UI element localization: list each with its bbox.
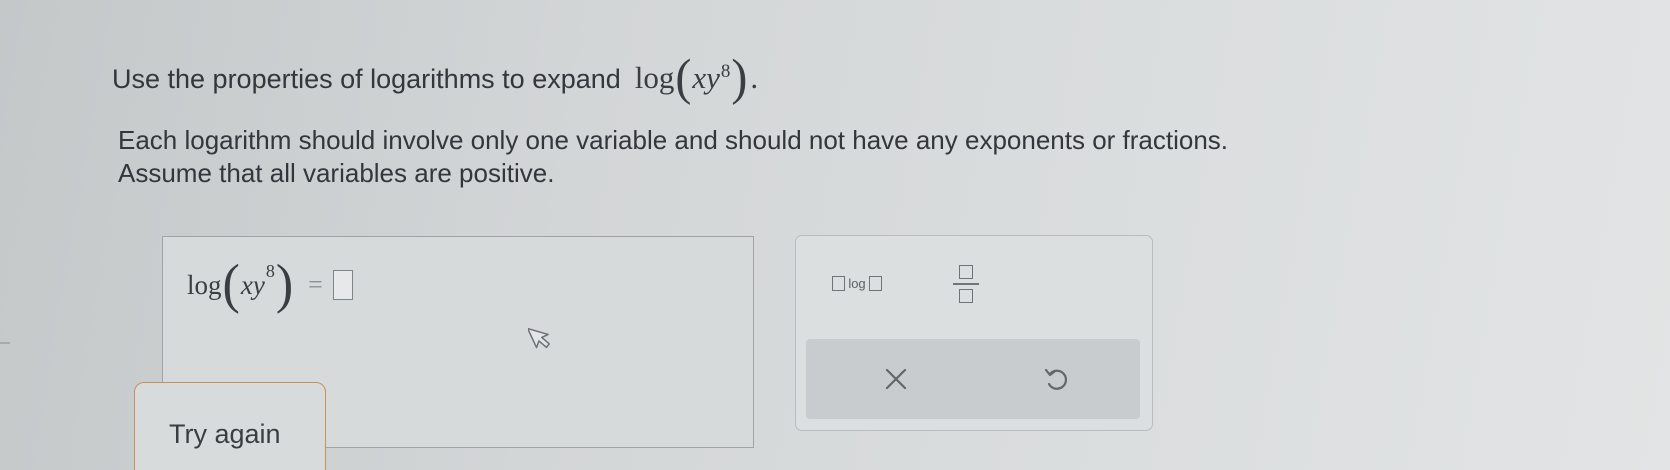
question-prompt: Use the properties of logarithms to expa… bbox=[112, 49, 759, 106]
answer-close-paren: ) bbox=[275, 254, 294, 315]
log-template-button[interactable]: log bbox=[818, 266, 896, 300]
palette-action-bar bbox=[806, 339, 1140, 419]
answer-variable-y: y bbox=[252, 269, 265, 300]
answer-variable-x: x bbox=[240, 269, 253, 300]
close-paren: ) bbox=[731, 49, 748, 106]
try-again-button[interactable]: Try again bbox=[134, 382, 326, 470]
answer-exponent: 8 bbox=[265, 260, 275, 281]
close-icon bbox=[885, 368, 907, 390]
prompt-text: Use the properties of logarithms to expa… bbox=[112, 64, 621, 94]
open-paren: ( bbox=[675, 49, 692, 106]
fraction-bar-icon bbox=[953, 283, 979, 285]
mouse-pointer-icon bbox=[528, 327, 550, 349]
exponent: 8 bbox=[720, 61, 731, 82]
log-argument-slot-icon bbox=[868, 275, 882, 291]
answer-input[interactable] bbox=[332, 270, 353, 300]
instructions-line-2: Assume that all variables are positive. bbox=[118, 158, 555, 188]
instructions: Each logarithm should involve only one v… bbox=[118, 124, 1228, 190]
question-expression: log ( x y 8 ) . bbox=[634, 49, 759, 106]
fraction-template-button[interactable] bbox=[942, 258, 990, 310]
undo-icon bbox=[1044, 368, 1068, 390]
period: . bbox=[750, 60, 759, 95]
denominator-slot-icon bbox=[959, 288, 973, 303]
answer-expression: log ( x y 8 ) = bbox=[187, 254, 353, 315]
page: Use the properties of logarithms to expa… bbox=[0, 0, 1670, 470]
log-base-slot-icon bbox=[832, 275, 846, 291]
undo-button[interactable] bbox=[1026, 355, 1086, 403]
log-button-label: log bbox=[848, 275, 866, 291]
clear-button[interactable] bbox=[866, 355, 926, 403]
edge-divider bbox=[0, 342, 10, 344]
variable-x: x bbox=[692, 60, 707, 95]
variable-y: y bbox=[706, 60, 720, 95]
instructions-line-1: Each logarithm should involve only one v… bbox=[118, 125, 1229, 155]
equals-sign: = bbox=[308, 270, 323, 299]
answer-open-paren: ( bbox=[222, 254, 240, 315]
math-palette: log bbox=[795, 235, 1153, 431]
numerator-slot-icon bbox=[959, 265, 973, 280]
answer-log-function: log bbox=[187, 269, 222, 300]
log-function: log bbox=[634, 60, 675, 95]
